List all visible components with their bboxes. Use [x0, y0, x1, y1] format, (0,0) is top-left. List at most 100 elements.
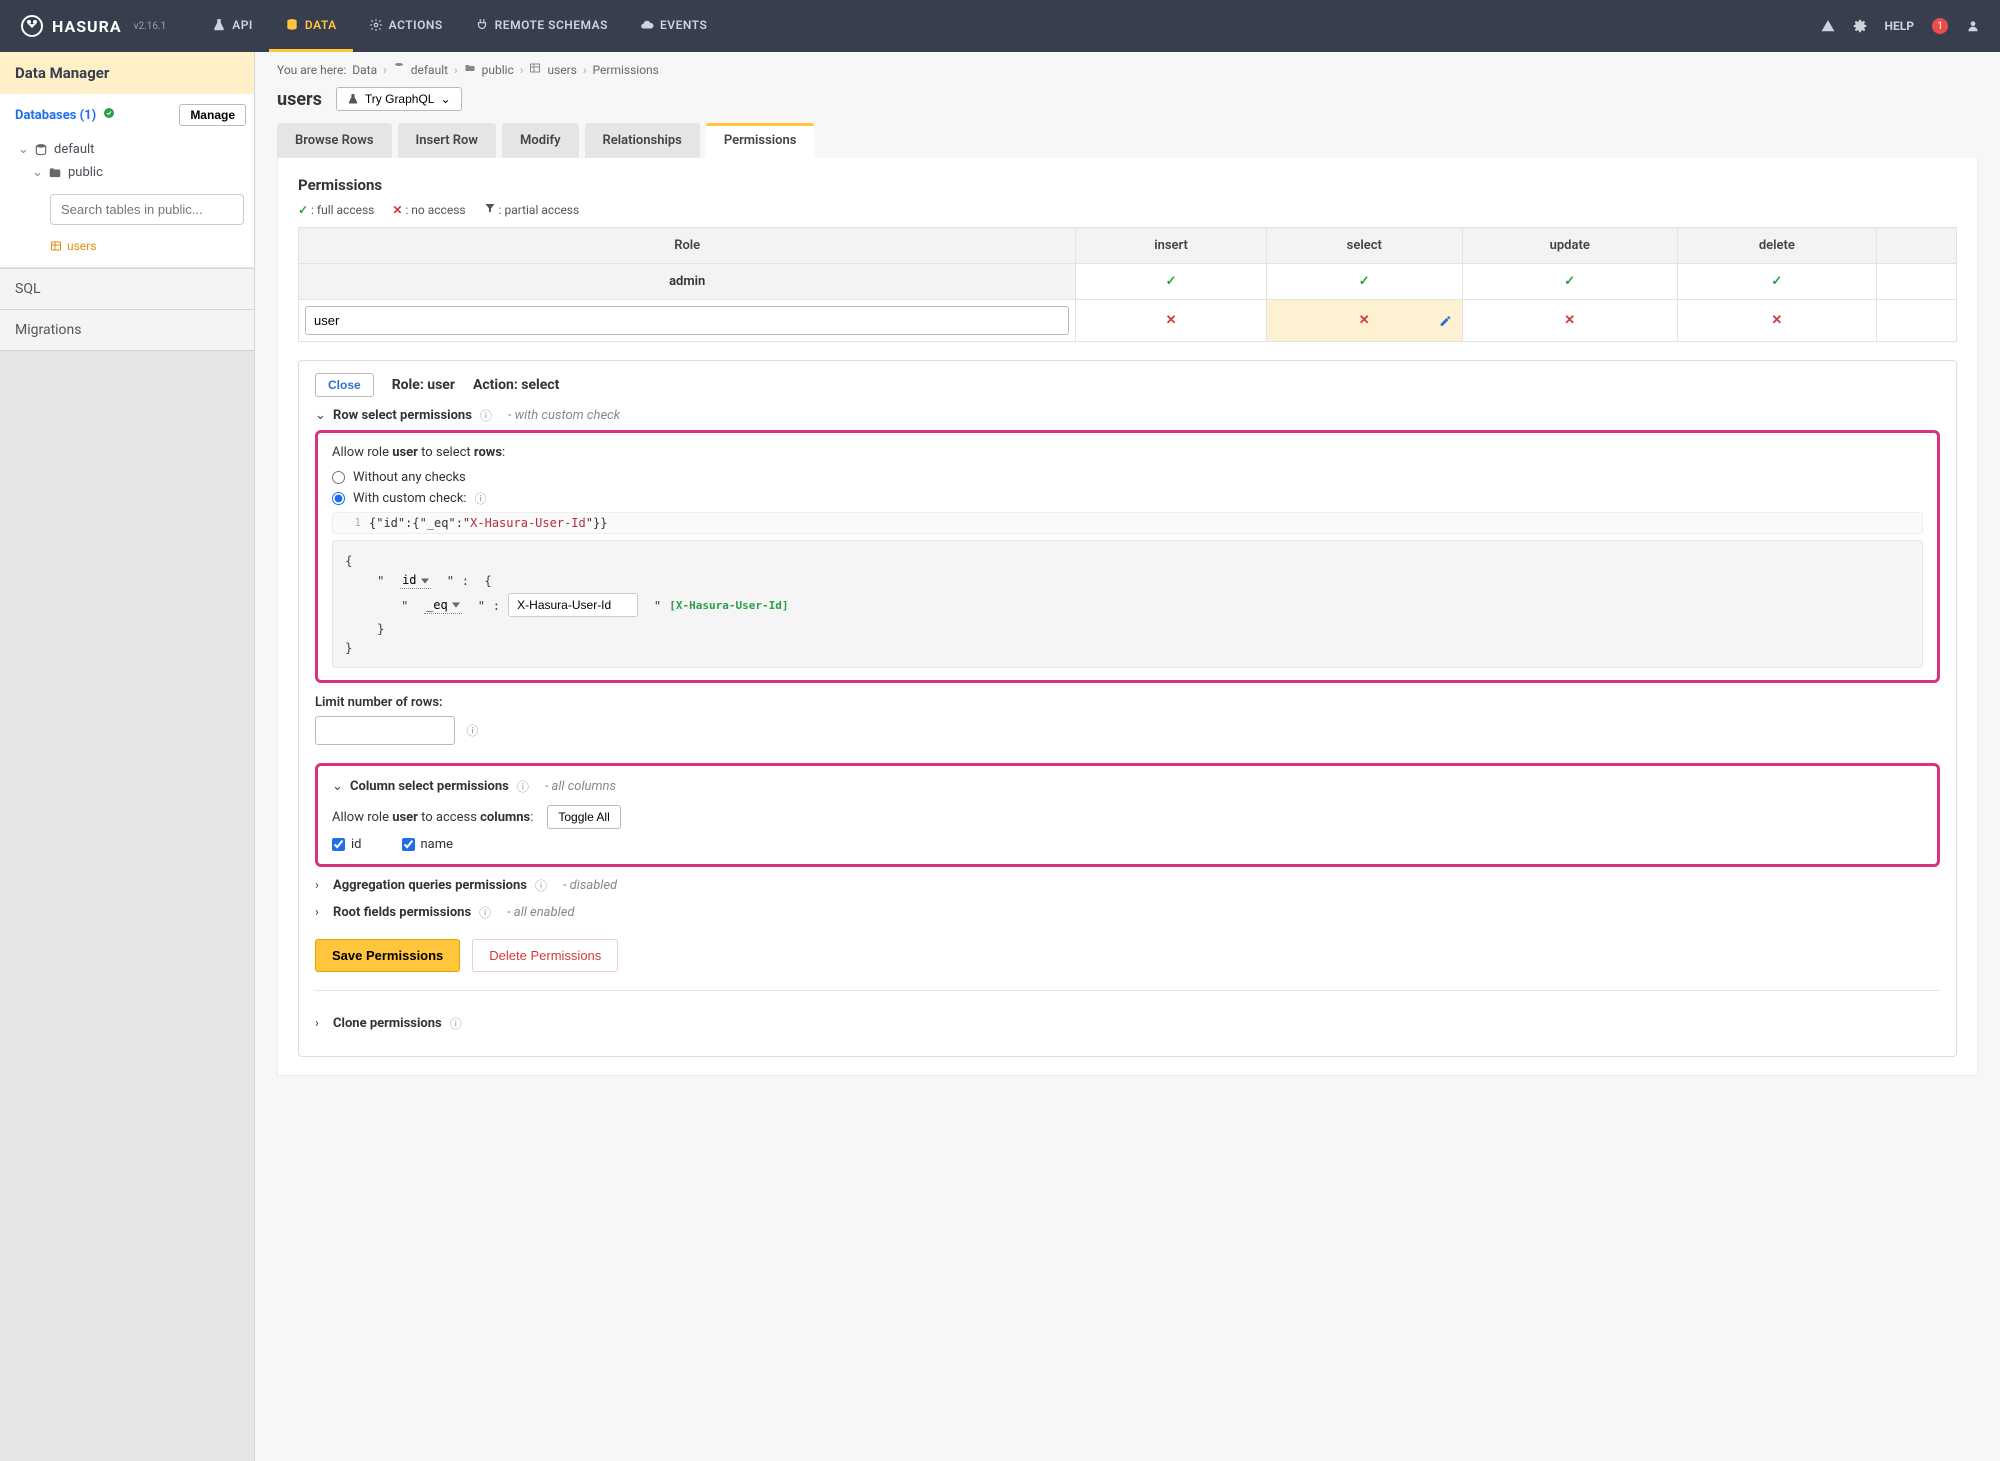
search-input[interactable] — [50, 194, 244, 225]
nav-actions[interactable]: ACTIONS — [353, 0, 459, 52]
breadcrumb-data[interactable]: Data — [352, 63, 377, 77]
save-permissions-button[interactable]: Save Permissions — [315, 939, 460, 972]
nav-api[interactable]: API — [196, 0, 269, 52]
line-number: 1 — [339, 516, 361, 529]
manage-button[interactable]: Manage — [179, 104, 246, 126]
session-var-hint: [X-Hasura-User-Id] — [669, 599, 788, 612]
databases-label[interactable]: Databases (1) — [15, 107, 115, 123]
help-link[interactable]: HELP — [1885, 19, 1914, 33]
x-icon: ✕ — [1359, 313, 1370, 328]
breadcrumb-schema[interactable]: public — [482, 63, 514, 77]
databases-count: Databases (1) — [15, 108, 96, 123]
value-input[interactable] — [508, 593, 638, 617]
chevron-down-icon: ⌄ — [315, 408, 325, 423]
help-icon[interactable]: ⓘ — [450, 1015, 462, 1032]
radio-without[interactable] — [332, 471, 345, 484]
help-icon[interactable]: ⓘ — [480, 407, 492, 424]
rootfields-header[interactable]: › Root fields permissions ⓘ - all enable… — [315, 904, 1940, 921]
tab-browse[interactable]: Browse Rows — [277, 123, 392, 158]
col-checkbox-id[interactable]: id — [332, 837, 362, 852]
cell-user-insert[interactable]: ✕ — [1076, 300, 1266, 342]
breadcrumb-table[interactable]: users — [547, 63, 576, 77]
sidebar-migrations[interactable]: Migrations — [0, 310, 254, 351]
radio-with[interactable] — [332, 492, 345, 505]
folder-icon — [464, 62, 476, 77]
tree-schema-public[interactable]: ⌄ public — [32, 161, 244, 184]
aggregation-header[interactable]: › Aggregation queries permissions ⓘ - di… — [315, 877, 1940, 894]
radio-without-label: Without any checks — [353, 470, 466, 485]
tab-modify[interactable]: Modify — [502, 123, 579, 158]
nav-data[interactable]: DATA — [269, 0, 353, 52]
limit-label: Limit number of rows: — [315, 695, 1940, 710]
col-insert: insert — [1076, 228, 1266, 264]
flask-icon — [212, 18, 226, 32]
rootfields-hint: - all enabled — [507, 905, 574, 920]
cell-user-delete[interactable]: ✕ — [1677, 300, 1876, 342]
help-icon[interactable]: ⓘ — [517, 778, 529, 795]
radio-without-checks[interactable]: Without any checks — [332, 470, 1923, 485]
x-icon: ✕ — [392, 203, 402, 217]
operator-select[interactable]: _eq — [424, 597, 462, 614]
x-icon: ✕ — [1564, 313, 1575, 328]
table-icon — [529, 62, 541, 77]
tab-relationships[interactable]: Relationships — [585, 123, 700, 158]
nav-tabs: API DATA ACTIONS REMOTE SCHEMAS EVENTS — [196, 0, 723, 52]
breadcrumb-db[interactable]: default — [411, 63, 448, 77]
tree-db-default[interactable]: ⌄ default — [18, 138, 244, 161]
table-icon — [50, 240, 62, 252]
role-admin: admin — [299, 264, 1076, 300]
settings-icon[interactable] — [1853, 19, 1867, 33]
page-title: users — [277, 89, 322, 110]
schema-public-label: public — [68, 165, 103, 180]
permission-panel: Close Role: user Action: select ⌄ Row se… — [298, 360, 1957, 1057]
data-manager-title: Data Manager — [0, 52, 254, 94]
close-button[interactable]: Close — [315, 373, 374, 397]
cell-admin-delete[interactable]: ✓ — [1677, 264, 1876, 300]
checkbox-name[interactable] — [402, 838, 415, 851]
row-permissions-header[interactable]: ⌄ Row select permissions ⓘ - with custom… — [315, 407, 1940, 424]
nav-events[interactable]: EVENTS — [624, 0, 723, 52]
column-permissions-hint: - all columns — [545, 779, 616, 794]
role-input-user[interactable] — [305, 306, 1069, 335]
top-nav: HASURA v2.16.1 API DATA ACTIONS REMOTE S… — [0, 0, 2000, 52]
user-icon[interactable] — [1966, 19, 1980, 33]
col-checkbox-name[interactable]: name — [402, 837, 454, 852]
field-select[interactable]: id — [400, 572, 431, 589]
warning-icon[interactable] — [1821, 19, 1835, 33]
pencil-icon[interactable] — [1439, 314, 1452, 327]
allow-mid: to select — [418, 445, 474, 460]
try-graphql-button[interactable]: Try GraphQL ⌄ — [336, 87, 462, 111]
tab-insert[interactable]: Insert Row — [398, 123, 497, 158]
cell-user-select[interactable]: ✕ — [1266, 300, 1462, 342]
tree-table-users[interactable]: users — [50, 235, 244, 257]
row-permissions-hint: - with custom check — [508, 408, 620, 423]
column-permissions-header[interactable]: ⌄ Column select permissions ⓘ - all colu… — [332, 778, 1923, 795]
nav-remote[interactable]: REMOTE SCHEMAS — [459, 0, 624, 52]
col-update: update — [1462, 228, 1677, 264]
help-icon[interactable]: ⓘ — [535, 877, 547, 894]
delete-permissions-button[interactable]: Delete Permissions — [472, 939, 618, 972]
cell-admin-select[interactable]: ✓ — [1266, 264, 1462, 300]
col-role: Role — [299, 228, 1076, 264]
radio-with-label: With custom check: — [353, 491, 467, 506]
cell-user-update[interactable]: ✕ — [1462, 300, 1677, 342]
radio-with-check[interactable]: With custom check: ⓘ — [332, 490, 1923, 507]
panel-action: Action: select — [473, 377, 559, 393]
cell-admin-update[interactable]: ✓ — [1462, 264, 1677, 300]
cell-admin-insert[interactable]: ✓ — [1076, 264, 1266, 300]
help-icon[interactable]: ⓘ — [479, 904, 491, 921]
clone-header[interactable]: › Clone permissions ⓘ — [315, 1015, 1940, 1032]
help-icon[interactable]: ⓘ — [475, 490, 487, 507]
sidebar-sql[interactable]: SQL — [0, 268, 254, 310]
limit-input[interactable] — [315, 716, 455, 745]
notification-badge[interactable]: 1 — [1932, 18, 1948, 34]
checkbox-id[interactable] — [332, 838, 345, 851]
help-icon[interactable]: ⓘ — [466, 724, 478, 738]
toggle-all-button[interactable]: Toggle All — [547, 805, 620, 829]
gears-icon — [369, 18, 383, 32]
brand: HASURA v2.16.1 — [20, 14, 166, 38]
permissions-table: Role insert select update delete admin ✓… — [298, 227, 1957, 342]
page-tabs: Browse Rows Insert Row Modify Relationsh… — [255, 123, 2000, 158]
tab-permissions[interactable]: Permissions — [706, 123, 815, 158]
check-json-line[interactable]: 1 {"id":{"_eq":"X-Hasura-User-Id"}} — [332, 512, 1923, 534]
